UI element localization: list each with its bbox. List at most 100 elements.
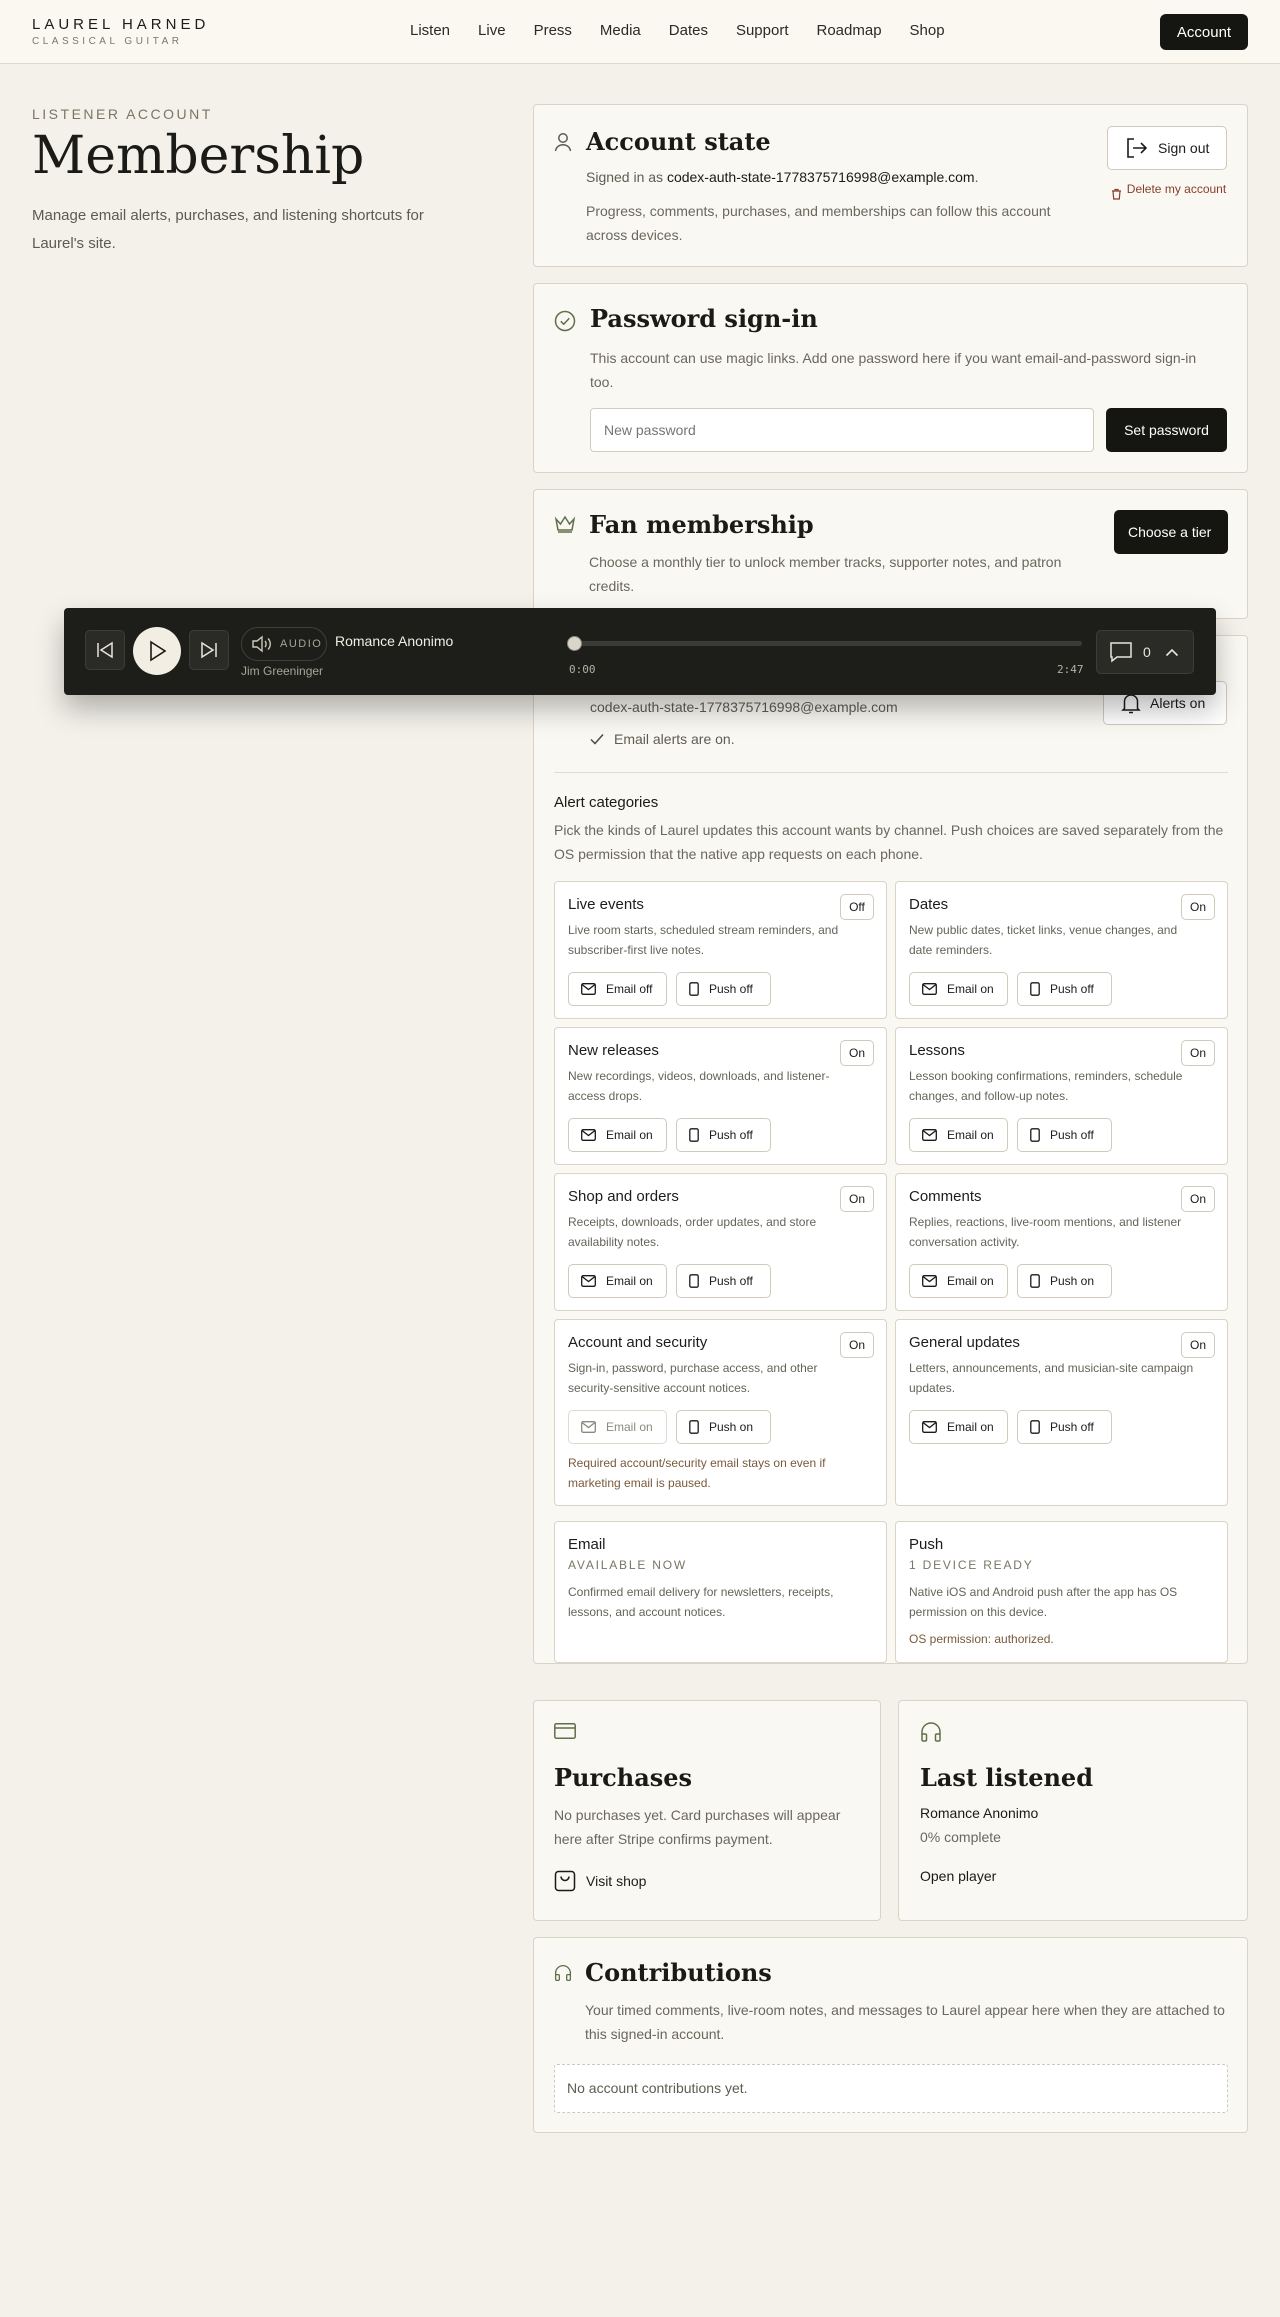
mail-icon <box>581 1275 596 1287</box>
sign-out-button[interactable]: Sign out <box>1107 126 1227 170</box>
page-title: Membership <box>32 126 365 186</box>
push-toggle[interactable]: Push on <box>1017 1264 1112 1298</box>
crown-icon <box>554 514 576 534</box>
channel-push: Push 1 DEVICE READY Native iOS and Andro… <box>895 1521 1228 1663</box>
category-title: Shop and orders <box>568 1188 679 1205</box>
category-toggle[interactable]: On <box>840 1332 874 1358</box>
push-toggle-label: Push off <box>1050 982 1094 996</box>
email-toggle-label: Email on <box>606 1420 653 1434</box>
category-dates: Dates On New public dates, ticket links,… <box>895 881 1228 1019</box>
user-icon <box>554 132 572 152</box>
email-toggle-label: Email on <box>947 1274 994 1288</box>
email-toggle-label: Email on <box>606 1128 653 1142</box>
category-title: Lessons <box>909 1042 965 1059</box>
email-toggle[interactable]: Email on <box>909 1264 1008 1298</box>
category-new-releases: New releases On New recordings, videos, … <box>554 1027 887 1165</box>
alert-categories-desc: Pick the kinds of Laurel updates this ac… <box>554 822 1224 862</box>
email-toggle-label: Email on <box>947 1420 994 1434</box>
last-listened-title: Last listened <box>920 1763 1093 1792</box>
comments-toggle[interactable]: 0 <box>1096 630 1194 674</box>
speaker-icon <box>252 635 271 653</box>
last-track: Romance Anonimo <box>920 1805 1039 1821</box>
nav-link-dates[interactable]: Dates <box>669 22 708 39</box>
push-toggle[interactable]: Push on <box>676 1410 771 1444</box>
new-password-input[interactable] <box>590 408 1094 452</box>
previous-button[interactable] <box>85 630 125 670</box>
nav-link-media[interactable]: Media <box>600 22 641 39</box>
nav-link-press[interactable]: Press <box>534 22 572 39</box>
push-toggle[interactable]: Push off <box>1017 972 1112 1006</box>
email-toggle[interactable]: Email on <box>909 1118 1008 1152</box>
push-toggle[interactable]: Push off <box>676 972 771 1006</box>
skip-forward-icon <box>201 641 217 659</box>
account-button[interactable]: Account <box>1160 14 1248 50</box>
category-title: Live events <box>568 896 644 913</box>
signed-in-prefix: Signed in as <box>586 169 667 185</box>
email-toggle[interactable]: Email off <box>568 972 667 1006</box>
category-desc: New public dates, ticket links, venue ch… <box>909 923 1178 957</box>
email-toggle[interactable]: Email on <box>568 1118 667 1152</box>
divider <box>554 772 1228 773</box>
brand[interactable]: LAUREL HARNED CLASSICAL GUITAR <box>32 16 209 47</box>
skip-back-icon <box>97 641 113 659</box>
alert-categories-title: Alert categories <box>554 794 659 811</box>
audio-mode-toggle[interactable]: AUDIO <box>241 627 327 661</box>
push-toggle[interactable]: Push off <box>676 1264 771 1298</box>
progress-thumb[interactable] <box>567 636 582 651</box>
player-track: Romance Anonimo <box>335 633 454 649</box>
push-toggle[interactable]: Push off <box>1017 1410 1112 1444</box>
main-nav: Listen Live Press Media Dates Support Ro… <box>410 22 973 39</box>
page-eyebrow: LISTENER ACCOUNT <box>32 106 213 122</box>
play-button[interactable] <box>133 627 181 675</box>
category-toggle[interactable]: On <box>840 1186 874 1212</box>
contributions-card: Contributions Your timed comments, live-… <box>533 1937 1248 2133</box>
nav-link-live[interactable]: Live <box>478 22 506 39</box>
category-lessons: Lessons On Lesson booking confirmations,… <box>895 1027 1228 1165</box>
last-listened-card: Last listened Romance Anonimo 0% complet… <box>898 1700 1248 1921</box>
nav-link-listen[interactable]: Listen <box>410 22 450 39</box>
category-desc: Letters, announcements, and musician-sit… <box>909 1361 1194 1395</box>
nav-link-shop[interactable]: Shop <box>910 22 945 39</box>
category-toggle[interactable]: On <box>1181 894 1215 920</box>
audio-player: AUDIO Romance Anonimo Jim Greeninger 0:0… <box>64 608 1216 695</box>
category-title: Comments <box>909 1188 982 1205</box>
email-toggle[interactable]: Email on <box>568 1264 667 1298</box>
visit-shop-label: Visit shop <box>586 1873 647 1889</box>
category-toggle[interactable]: Off <box>840 894 874 920</box>
visit-shop-link[interactable]: Visit shop <box>554 1870 646 1892</box>
phone-icon <box>1030 1128 1040 1142</box>
category-toggle[interactable]: On <box>1181 1332 1215 1358</box>
delete-account-link[interactable]: Delete my account <box>1107 181 1231 200</box>
account-state-title: Account state <box>586 127 771 156</box>
elapsed-time: 0:00 <box>569 663 596 676</box>
last-progress: 0% complete <box>920 1829 1001 1845</box>
progress-track[interactable] <box>567 636 1082 651</box>
play-icon <box>150 640 167 662</box>
email-toggle[interactable]: Email on <box>909 972 1008 1006</box>
credit-card-icon <box>554 1723 576 1739</box>
check-circle-icon <box>554 310 576 332</box>
push-toggle[interactable]: Push off <box>676 1118 771 1152</box>
password-card: Password sign-in This account can use ma… <box>533 283 1248 473</box>
phone-icon <box>689 982 699 996</box>
set-password-button[interactable]: Set password <box>1106 408 1227 452</box>
comment-count: 0 <box>1143 644 1151 660</box>
choose-tier-button[interactable]: Choose a tier <box>1114 510 1228 554</box>
headphones-icon <box>554 1964 572 1982</box>
email-toggle[interactable]: Email on <box>909 1410 1008 1444</box>
channel-status: AVAILABLE NOW <box>568 1558 687 1572</box>
category-toggle[interactable]: On <box>1181 1186 1215 1212</box>
alerts-email: codex-auth-state-1778375716998@example.c… <box>590 699 898 715</box>
nav-link-roadmap[interactable]: Roadmap <box>817 22 882 39</box>
phone-icon <box>689 1420 699 1434</box>
nav-link-support[interactable]: Support <box>736 22 789 39</box>
email-toggle-label: Email on <box>606 1274 653 1288</box>
open-player-link[interactable]: Open player <box>920 1868 996 1884</box>
push-toggle[interactable]: Push off <box>1017 1118 1112 1152</box>
next-button[interactable] <box>189 630 229 670</box>
category-toggle[interactable]: On <box>1181 1040 1215 1066</box>
site-header: LAUREL HARNED CLASSICAL GUITAR Listen Li… <box>0 0 1280 64</box>
password-title: Password sign-in <box>590 304 818 333</box>
mail-icon <box>581 1421 596 1433</box>
category-toggle[interactable]: On <box>840 1040 874 1066</box>
